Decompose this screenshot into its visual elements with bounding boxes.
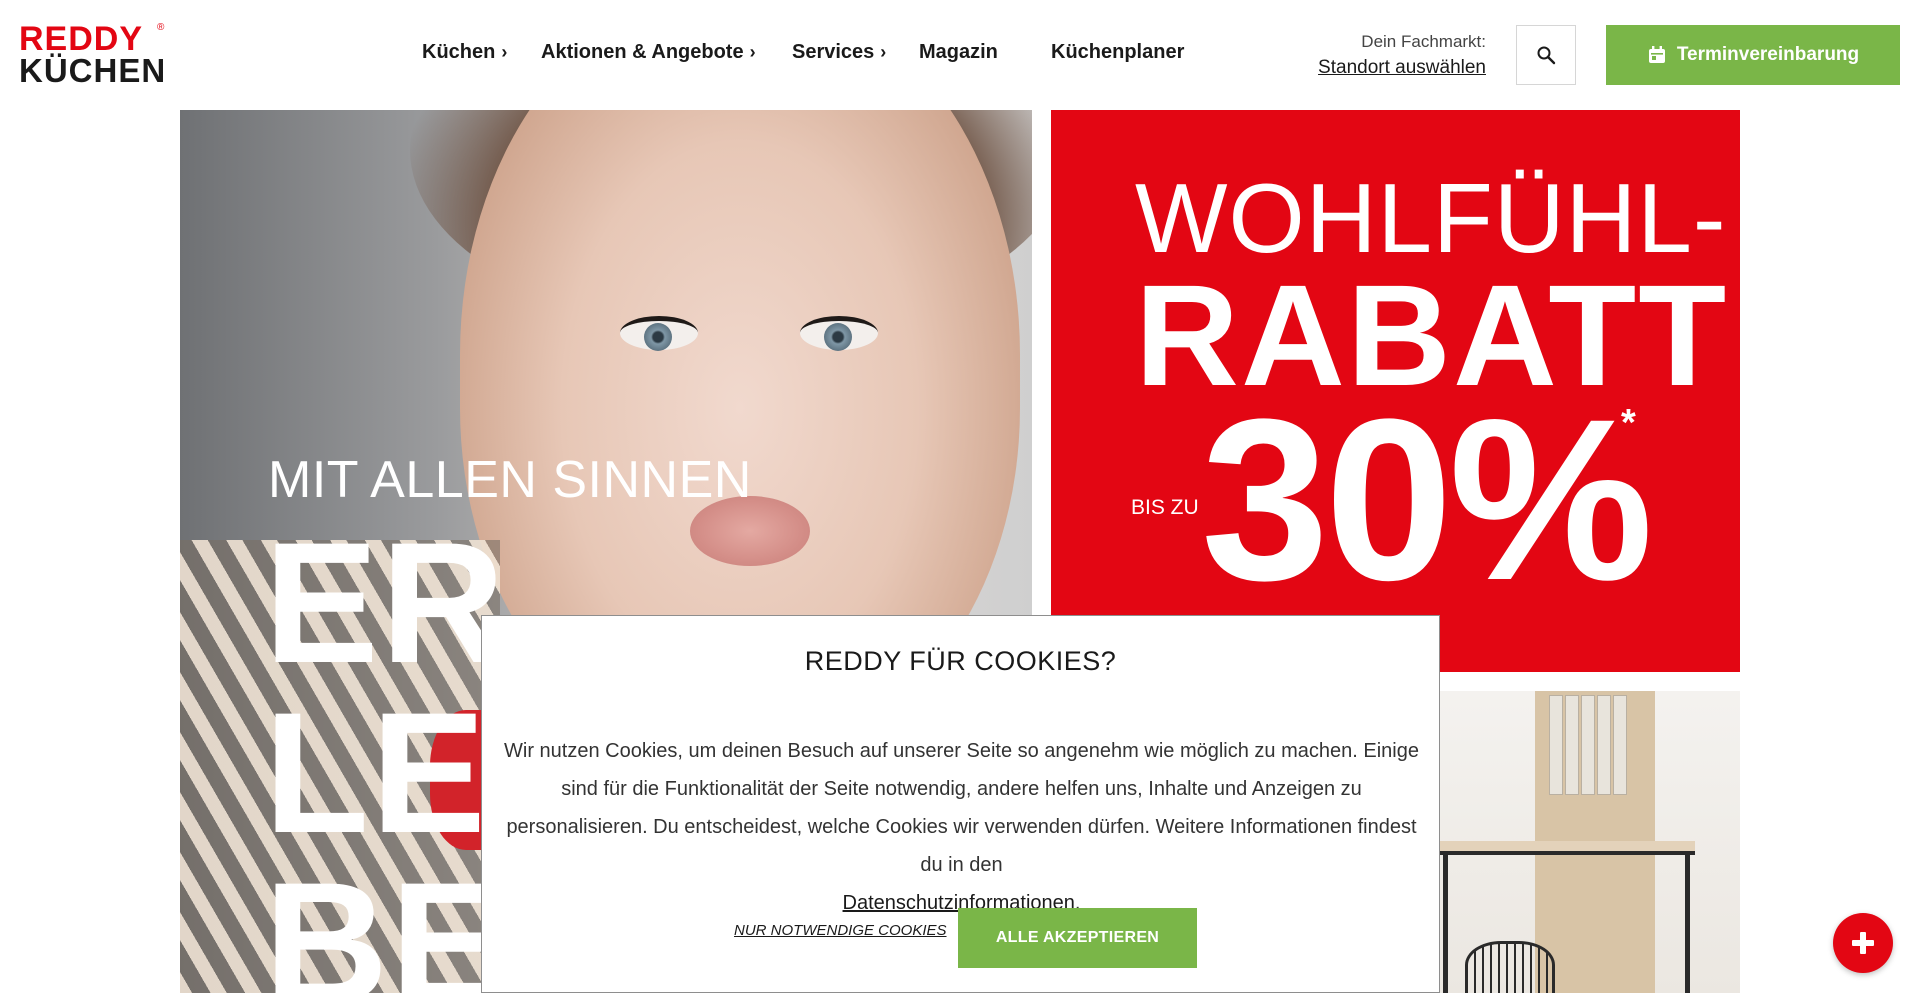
store-label: Dein Fachmarkt: <box>1361 32 1486 51</box>
chevron-right-icon: › <box>501 42 508 62</box>
wire-basket <box>1465 941 1555 993</box>
shelf-book <box>1597 695 1611 795</box>
nav-item-kuechenplaner[interactable]: Küchenplaner <box>1051 41 1184 64</box>
search-button[interactable] <box>1516 25 1576 85</box>
nav-item-kuechen[interactable]: Küchen › <box>422 41 507 64</box>
hero-tagline: MIT ALLEN SINNEN <box>268 451 752 509</box>
nav-item-services[interactable]: Services › <box>792 41 886 64</box>
hero-photo-eye <box>800 316 878 351</box>
cookie-title: REDDY FÜR COOKIES? <box>804 646 1117 676</box>
shelf-table <box>1435 841 1695 855</box>
logo-registered: ® <box>157 22 165 33</box>
site-header: REDDY ® KÜCHEN Küchen › Aktionen & Angeb… <box>0 0 1920 110</box>
kitchen-shelf-image[interactable] <box>1435 691 1740 993</box>
promo-asterisk: * <box>1621 402 1636 444</box>
nav-label: Magazin <box>919 41 998 63</box>
hero-big-text: ER <box>264 507 507 699</box>
nav-item-magazin[interactable]: Magazin <box>919 41 998 64</box>
shelf-book <box>1565 695 1579 795</box>
calendar-icon <box>1648 46 1665 63</box>
appointment-label: Terminvereinbarung <box>1676 44 1860 65</box>
necessary-cookies-button[interactable]: NUR NOTWENDIGE COOKIES <box>734 922 947 939</box>
logo-line1: REDDY <box>19 20 144 58</box>
chevron-right-icon: › <box>749 42 756 62</box>
search-icon <box>1537 46 1556 65</box>
table-leg <box>1685 855 1690 993</box>
store-select-link[interactable]: Standort auswählen <box>1310 54 1486 82</box>
table-leg <box>1443 855 1448 993</box>
nav-label: Aktionen & Angebote <box>541 41 744 63</box>
chevron-right-icon: › <box>880 42 887 62</box>
shelf-book <box>1581 695 1595 795</box>
plus-icon <box>1852 932 1874 954</box>
cookie-body: Wir nutzen Cookies, um deinen Besuch auf… <box>504 740 1419 876</box>
hero-big-text: BE <box>264 847 507 993</box>
accept-all-button[interactable]: ALLE AKZEPTIEREN <box>958 908 1197 968</box>
promo-banner-rabatt[interactable]: WOHLFÜHL- RABATT BIS ZU 30% * <box>1051 110 1740 672</box>
store-selector: Dein Fachmarkt: Standort auswählen <box>1310 30 1486 82</box>
reddy-kuechen-logo[interactable]: REDDY ® KÜCHEN <box>19 20 169 89</box>
cookie-consent-dialog: REDDY FÜR COOKIES? Wir nutzen Cookies, u… <box>481 615 1440 993</box>
floating-action-button[interactable] <box>1833 913 1893 973</box>
cookie-text: Wir nutzen Cookies, um deinen Besuch auf… <box>504 732 1419 922</box>
logo-line2: KÜCHEN <box>19 52 167 89</box>
nav-item-aktionen[interactable]: Aktionen & Angebote › <box>541 41 756 64</box>
shelf-book <box>1549 695 1563 795</box>
promo-value: 30% <box>1127 380 1653 620</box>
hero-photo-eye <box>620 316 698 351</box>
hero-big-text: LE <box>264 677 488 869</box>
shelf-book <box>1613 695 1627 795</box>
promo-percent: 30% <box>1201 371 1653 628</box>
appointment-button[interactable]: Terminvereinbarung <box>1606 25 1900 85</box>
promo-line1: WOHLFÜHL- <box>1135 163 1727 273</box>
nav-label: Küchen <box>422 41 496 63</box>
nav-label: Services <box>792 41 875 63</box>
nav-label: Küchenplaner <box>1051 41 1185 63</box>
